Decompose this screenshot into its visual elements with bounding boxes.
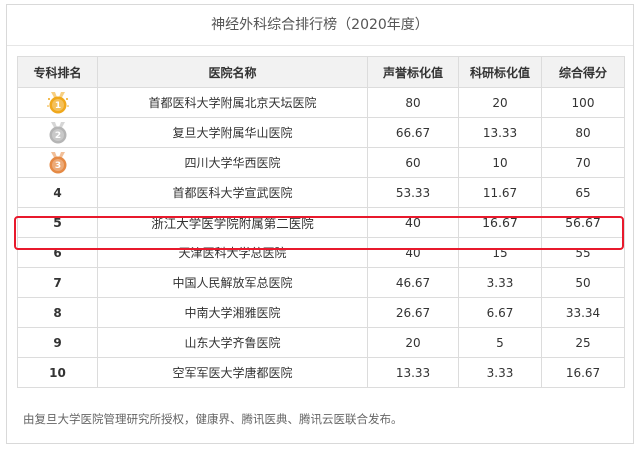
col-header-rank: 专科排名	[17, 56, 98, 88]
reputation-cell: 80	[367, 87, 459, 118]
ranking-card: 神经外科综合排行榜（2020年度） 专科排名 医院名称 声誉标化值 科研标化值 …	[6, 4, 634, 444]
research-cell: 6.67	[458, 297, 542, 328]
score-cell: 70	[541, 147, 625, 178]
score-cell: 16.67	[541, 357, 625, 388]
source-note: 由复旦大学医院管理研究所授权，健康界、腾讯医典、腾讯云医联合发布。	[23, 412, 403, 426]
title-divider	[7, 45, 633, 46]
table-row: 2 复旦大学附属华山医院 66.67 13.33 80	[17, 117, 625, 148]
medal-number: 1	[54, 101, 60, 111]
score-cell: 56.67	[541, 207, 625, 238]
rank-cell: 6	[17, 237, 98, 268]
reputation-cell: 20	[367, 327, 459, 358]
rank-cell: 10	[17, 357, 98, 388]
rank-cell: 7	[17, 267, 98, 298]
gold-medal-icon: 1	[46, 91, 69, 113]
research-cell: 20	[458, 87, 542, 118]
bronze-medal-icon: 3	[49, 151, 66, 173]
table-row: 4 首都医科大学宣武医院 53.33 11.67 65	[17, 177, 625, 208]
hospital-name-cell: 山东大学齐鲁医院	[97, 327, 368, 358]
hospital-name-cell: 天津医科大学总医院	[97, 237, 368, 268]
col-header-research: 科研标化值	[458, 56, 542, 88]
silver-medal-icon: 2	[49, 121, 66, 143]
research-cell: 15	[458, 237, 542, 268]
table-body: 1 首都医科大学附属北京天坛医院 80 20 100 2 复旦大学附属华山医院 66.67 13…	[17, 87, 625, 388]
research-cell: 5	[458, 327, 542, 358]
rank-cell: 1	[17, 87, 98, 118]
score-cell: 25	[541, 327, 625, 358]
rank-cell: 8	[17, 297, 98, 328]
table-row: 1 首都医科大学附属北京天坛医院 80 20 100	[17, 87, 625, 118]
score-cell: 33.34	[541, 297, 625, 328]
research-cell: 3.33	[458, 267, 542, 298]
table-row: 9 山东大学齐鲁医院 20 5 25	[17, 327, 625, 358]
reputation-cell: 13.33	[367, 357, 459, 388]
col-header-reputation: 声誉标化值	[367, 56, 459, 88]
table-row: 10 空军军医大学唐都医院 13.33 3.33 16.67	[17, 357, 625, 388]
score-cell: 65	[541, 177, 625, 208]
research-cell: 16.67	[458, 207, 542, 238]
hospital-name-cell: 复旦大学附属华山医院	[97, 117, 368, 148]
medal-number: 3	[54, 161, 60, 171]
research-cell: 11.67	[458, 177, 542, 208]
medal-number: 2	[54, 131, 60, 141]
research-cell: 3.33	[458, 357, 542, 388]
col-header-score: 综合得分	[541, 56, 625, 88]
table-row: 8 中南大学湘雅医院 26.67 6.67 33.34	[17, 297, 625, 328]
hospital-name-cell: 中国人民解放军总医院	[97, 267, 368, 298]
reputation-cell: 40	[367, 237, 459, 268]
hospital-name-cell: 首都医科大学宣武医院	[97, 177, 368, 208]
rank-cell: 3	[17, 147, 98, 178]
research-cell: 13.33	[458, 117, 542, 148]
reputation-cell: 66.67	[367, 117, 459, 148]
hospital-name-cell: 首都医科大学附属北京天坛医院	[97, 87, 368, 118]
hospital-name-cell: 四川大学华西医院	[97, 147, 368, 178]
hospital-name-cell: 空军军医大学唐都医院	[97, 357, 368, 388]
rank-cell: 2	[17, 117, 98, 148]
reputation-cell: 60	[367, 147, 459, 178]
rank-cell: 5	[17, 207, 98, 238]
reputation-cell: 40	[367, 207, 459, 238]
table-row: 6 天津医科大学总医院 40 15 55	[17, 237, 625, 268]
score-cell: 55	[541, 237, 625, 268]
table-header-row: 专科排名 医院名称 声誉标化值 科研标化值 综合得分	[17, 56, 625, 88]
ranking-table: 专科排名 医院名称 声誉标化值 科研标化值 综合得分 1 首都医科大学附属北京天坛…	[17, 56, 625, 388]
reputation-cell: 53.33	[367, 177, 459, 208]
page-title: 神经外科综合排行榜（2020年度）	[211, 17, 429, 33]
hospital-name-cell: 浙江大学医学院附属第二医院	[97, 207, 368, 238]
hospital-name-cell: 中南大学湘雅医院	[97, 297, 368, 328]
table-row: 5 浙江大学医学院附属第二医院 40 16.67 56.67	[17, 207, 625, 238]
score-cell: 50	[541, 267, 625, 298]
reputation-cell: 26.67	[367, 297, 459, 328]
rank-cell: 9	[17, 327, 98, 358]
reputation-cell: 46.67	[367, 267, 459, 298]
score-cell: 100	[541, 87, 625, 118]
rank-cell: 4	[17, 177, 98, 208]
table-row: 7 中国人民解放军总医院 46.67 3.33 50	[17, 267, 625, 298]
research-cell: 10	[458, 147, 542, 178]
score-cell: 80	[541, 117, 625, 148]
col-header-hospital: 医院名称	[97, 56, 368, 88]
table-row: 3 四川大学华西医院 60 10 70	[17, 147, 625, 178]
